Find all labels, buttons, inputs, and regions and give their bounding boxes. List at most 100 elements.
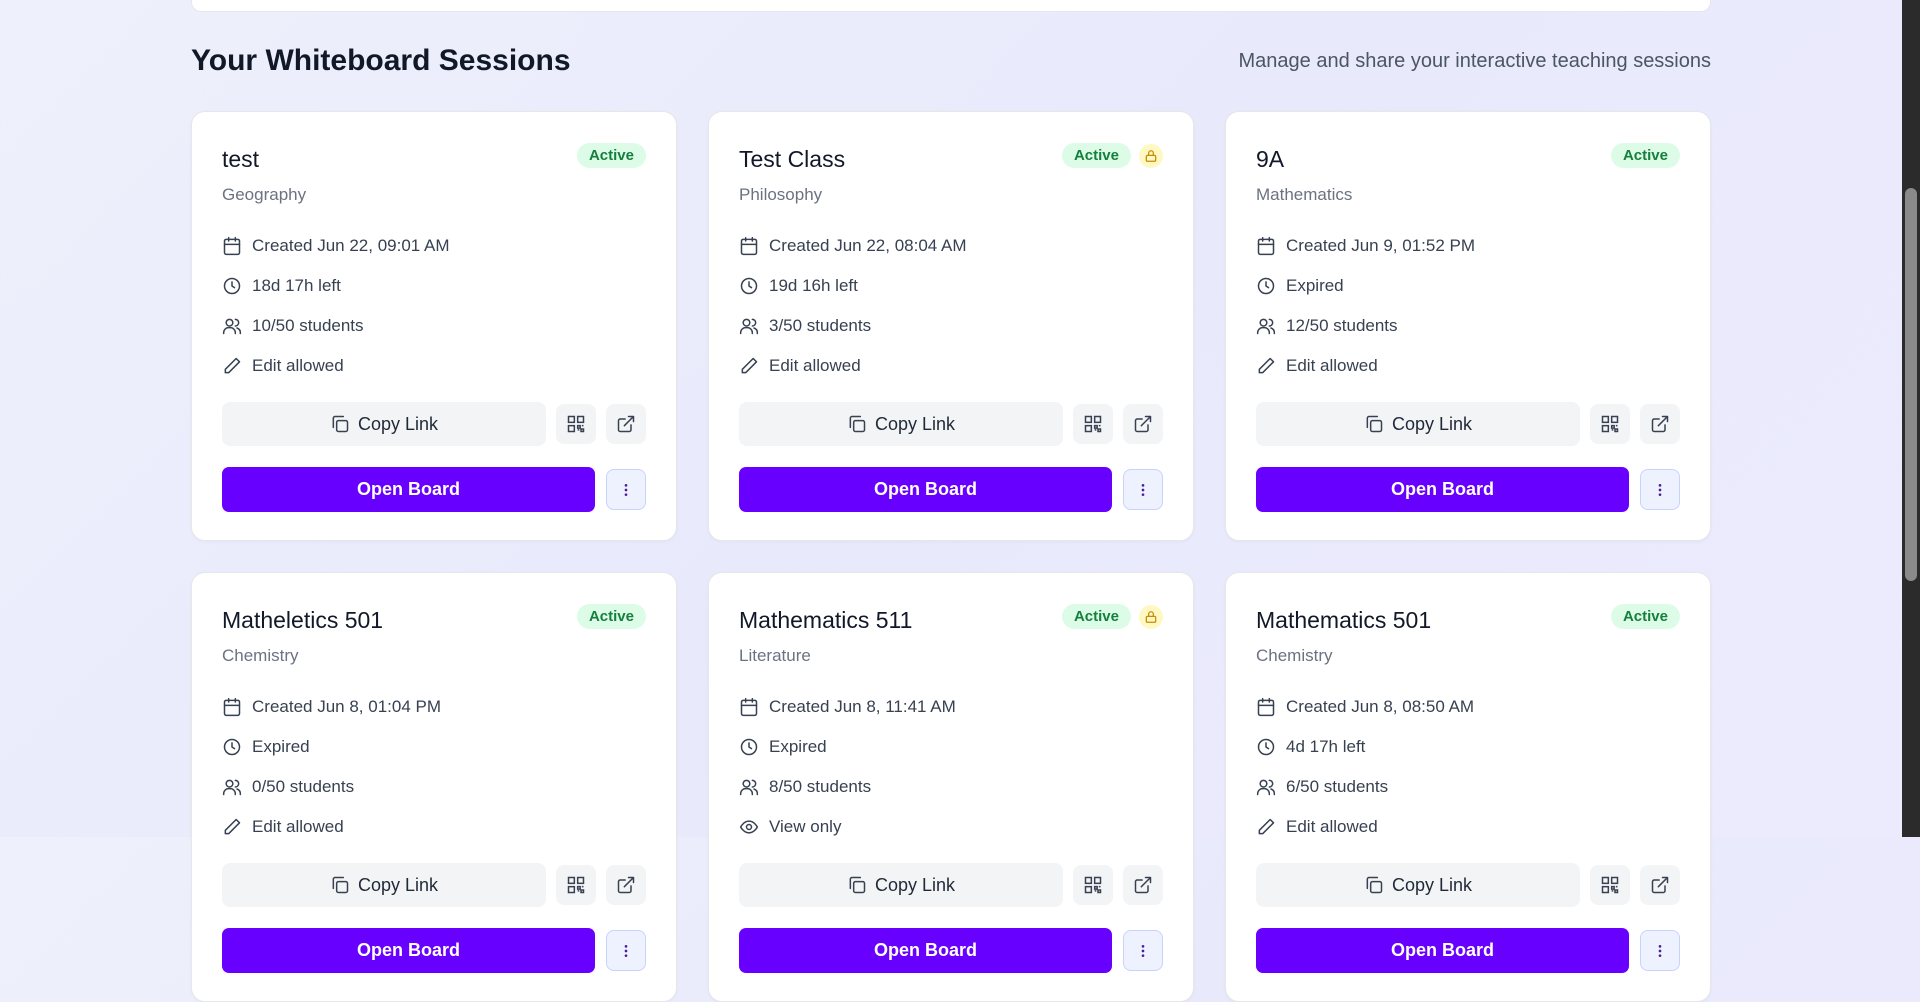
more-options-button[interactable] (606, 930, 646, 971)
open-board-button[interactable]: Open Board (739, 928, 1112, 973)
students-row: 8/50 students (739, 767, 956, 807)
copy-link-button[interactable]: Copy Link (739, 863, 1063, 907)
lock-icon (1145, 610, 1157, 623)
open-board-button[interactable]: Open Board (1256, 467, 1629, 512)
clock-icon (740, 277, 758, 295)
status-badge: Active (576, 604, 646, 629)
open-external-button[interactable] (1640, 404, 1680, 444)
created-text: Created Jun 8, 01:04 PM (252, 697, 442, 716)
status-badge: Active (576, 143, 646, 168)
created-row: Created Jun 8, 08:50 AM (1256, 687, 1474, 727)
calendar-icon (223, 236, 241, 256)
lock-icon (1145, 149, 1157, 162)
calendar-icon (1257, 236, 1275, 256)
open-external-button[interactable] (1123, 404, 1163, 444)
more-options-button[interactable] (1640, 469, 1680, 510)
open-board-button[interactable]: Open Board (1256, 928, 1629, 973)
session-meta: Created Jun 9, 01:52 PM Expired 12/50 st… (1256, 226, 1475, 386)
status-badge: Active (1061, 143, 1131, 168)
students-text: 3/50 students (769, 316, 872, 335)
time-left-row: 4d 17h left (1256, 727, 1474, 767)
status-badge: Active (1610, 143, 1680, 168)
clock-icon (223, 738, 241, 756)
permission-text: Edit allowed (1286, 817, 1378, 836)
copy-link-label: Copy Link (357, 413, 439, 434)
session-subject: Geography (222, 185, 307, 204)
created-row: Created Jun 8, 11:41 AM (739, 687, 956, 727)
more-options-button[interactable] (1123, 930, 1163, 971)
qr-code-button[interactable] (1590, 865, 1630, 905)
open-external-button[interactable] (1123, 865, 1163, 905)
open-board-button[interactable]: Open Board (739, 467, 1112, 512)
created-row: Created Jun 8, 01:04 PM (222, 687, 441, 727)
session-badges: Active (576, 604, 646, 629)
copy-link-button[interactable]: Copy Link (739, 402, 1063, 446)
qr-code-button[interactable] (1073, 404, 1113, 444)
open-board-button[interactable]: Open Board (222, 928, 595, 973)
external-link-icon (617, 415, 635, 433)
copy-link-button[interactable]: Copy Link (1256, 402, 1580, 446)
more-options-button[interactable] (606, 469, 646, 510)
permission-row: View only (739, 807, 956, 847)
session-badges: Active (576, 143, 646, 168)
more-options-button[interactable] (1640, 930, 1680, 971)
external-link-icon (1651, 876, 1669, 894)
users-icon (1256, 779, 1276, 796)
qr-code-button[interactable] (556, 865, 596, 905)
open-board-button[interactable]: Open Board (222, 467, 595, 512)
permission-text: Edit allowed (252, 356, 344, 375)
qr-code-icon (1601, 876, 1619, 894)
copy-link-button[interactable]: Copy Link (222, 402, 546, 446)
created-text: Created Jun 22, 08:04 AM (769, 236, 967, 255)
session-name: Matheletics 501 (222, 607, 384, 633)
created-text: Created Jun 8, 11:41 AM (769, 697, 956, 716)
open-external-button[interactable] (606, 404, 646, 444)
time-left-text: Expired (252, 737, 310, 756)
lock-badge (1139, 604, 1163, 629)
clock-icon (740, 738, 758, 756)
users-icon (222, 779, 242, 796)
copy-icon (332, 415, 349, 433)
copy-link-label: Copy Link (874, 874, 956, 895)
permission-row: Edit allowed (222, 807, 441, 847)
copy-icon (849, 415, 866, 433)
copy-icon (332, 876, 349, 894)
session-meta: Created Jun 22, 09:01 AM 18d 17h left 10… (222, 226, 450, 386)
section-subtitle: Manage and share your interactive teachi… (1238, 49, 1712, 72)
scrollbar-thumb[interactable] (1905, 188, 1917, 581)
card-actions: Copy Link (739, 402, 1163, 446)
calendar-icon (223, 697, 241, 717)
section-title: Your Whiteboard Sessions (191, 44, 571, 77)
eye-icon (739, 820, 759, 834)
pencil-icon (741, 357, 758, 374)
card-primary-actions: Open Board (222, 928, 646, 973)
more-options-button[interactable] (1123, 469, 1163, 510)
session-badges: Active (1610, 143, 1680, 168)
qr-code-button[interactable] (1073, 865, 1113, 905)
more-vertical-icon (1141, 483, 1145, 496)
qr-code-button[interactable] (556, 404, 596, 444)
session-subject: Literature (739, 646, 811, 665)
status-badge: Active (1061, 604, 1131, 629)
qr-code-button[interactable] (1590, 404, 1630, 444)
copy-link-button[interactable]: Copy Link (222, 863, 546, 907)
open-external-button[interactable] (1640, 865, 1680, 905)
clock-icon (1257, 277, 1275, 295)
copy-link-button[interactable]: Copy Link (1256, 863, 1580, 907)
permission-text: Edit allowed (1286, 356, 1378, 375)
created-text: Created Jun 22, 09:01 AM (252, 236, 450, 255)
created-text: Created Jun 8, 08:50 AM (1286, 697, 1475, 716)
copy-link-label: Copy Link (357, 874, 439, 895)
calendar-icon (1257, 697, 1275, 717)
time-left-text: Expired (1286, 276, 1344, 295)
more-vertical-icon (1658, 483, 1662, 496)
copy-link-label: Copy Link (1391, 413, 1473, 434)
time-left-row: 18d 17h left (222, 266, 450, 306)
time-left-text: 18d 17h left (252, 276, 341, 295)
permission-text: Edit allowed (252, 817, 344, 836)
clock-icon (223, 277, 241, 295)
students-row: 10/50 students (222, 306, 450, 346)
lock-badge (1139, 143, 1163, 168)
more-vertical-icon (1658, 944, 1662, 957)
open-external-button[interactable] (606, 865, 646, 905)
